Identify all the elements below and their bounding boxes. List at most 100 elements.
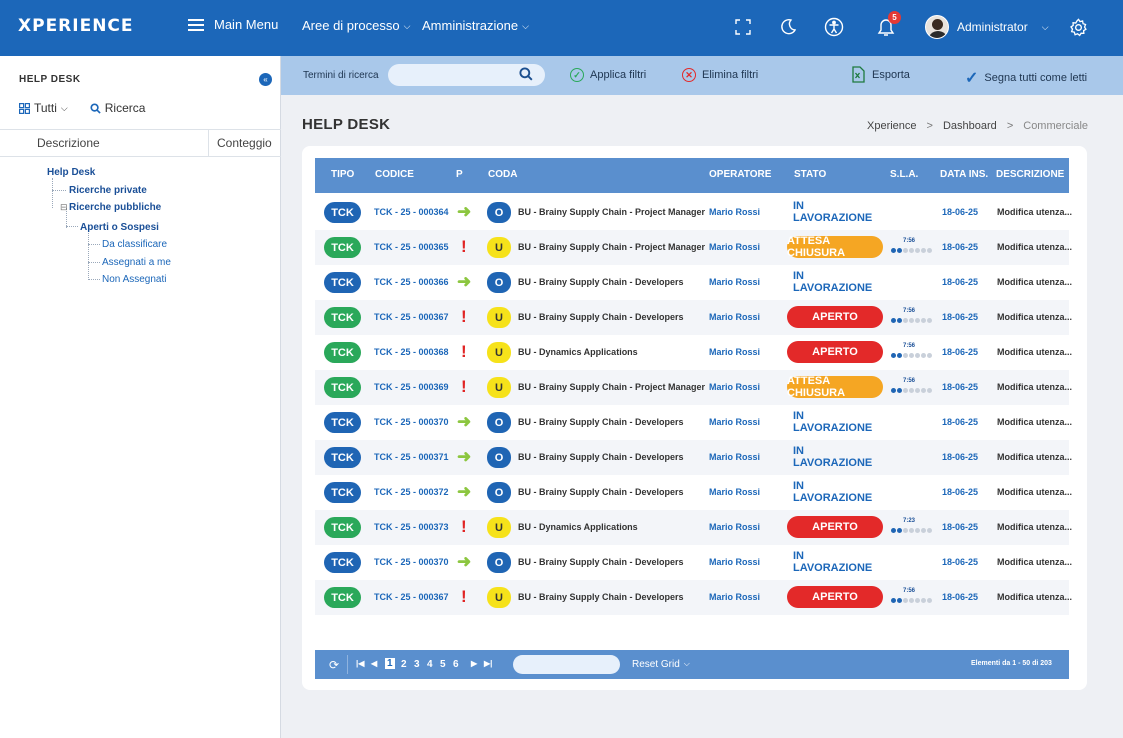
last-page-icon[interactable]: ▶| (484, 659, 492, 668)
col-sla[interactable]: S.L.A. (890, 169, 918, 180)
tipo-badge[interactable]: TCK (324, 412, 361, 433)
tree-open-suspended[interactable]: Aperti o Sospesi (80, 222, 159, 233)
export-button[interactable]: Esporta (850, 66, 910, 83)
tree-private-searches[interactable]: Ricerche private (69, 185, 147, 196)
settings-icon[interactable] (1067, 16, 1089, 38)
tipo-badge[interactable]: TCK (324, 447, 361, 468)
tree-public-searches[interactable]: Ricerche pubbliche (69, 202, 161, 213)
col-tipo[interactable]: TIPO (331, 169, 354, 180)
ticket-code-link[interactable]: TCK - 25 - 000370 (374, 417, 449, 427)
tree-to-classify[interactable]: Da classificare (102, 239, 167, 250)
col-count[interactable]: Conteggio (209, 130, 272, 156)
table-row[interactable]: TCK TCK - 25 - 000367 ! U BU - Brainy Su… (315, 580, 1072, 615)
table-row[interactable]: TCK TCK - 25 - 000368 ! U BU - Dynamics … (315, 335, 1072, 370)
logo[interactable]: XPERIENCE (18, 16, 134, 36)
table-row[interactable]: TCK TCK - 25 - 000370 ➜ O BU - Brainy Su… (315, 405, 1072, 440)
page-size-input[interactable] (513, 655, 620, 674)
page-number-6[interactable]: 6 (453, 659, 459, 670)
page-number-1[interactable]: 1 (385, 658, 395, 669)
page-number-4[interactable]: 4 (427, 659, 433, 670)
ticket-code-link[interactable]: TCK - 25 - 000366 (374, 277, 449, 287)
reset-grid-button[interactable]: Reset Grid ⌵ (632, 659, 690, 670)
accessibility-icon[interactable] (823, 16, 845, 38)
col-priority[interactable]: P (456, 169, 463, 180)
table-row[interactable]: TCK TCK - 25 - 000366 ➜ O BU - Brainy Su… (315, 265, 1072, 300)
col-data[interactable]: DATA INS. (940, 169, 988, 180)
fullscreen-icon[interactable] (732, 16, 754, 38)
ticket-code-link[interactable]: TCK - 25 - 000365 (374, 242, 449, 252)
refresh-icon[interactable]: ⟳ (329, 658, 339, 672)
nav-aree-di-processo[interactable]: Aree di processo ⌵ (302, 18, 410, 33)
operator-link[interactable]: Mario Rossi (709, 592, 760, 602)
table-row[interactable]: TCK TCK - 25 - 000365 ! U BU - Brainy Su… (315, 230, 1072, 265)
prev-page-icon[interactable]: ◀ (371, 659, 377, 668)
apply-filters-button[interactable]: ✓ Applica filtri (570, 68, 646, 82)
page-number-5[interactable]: 5 (440, 659, 446, 670)
tree-help-desk[interactable]: Help Desk (47, 167, 95, 178)
moon-icon[interactable] (777, 16, 799, 38)
operator-link[interactable]: Mario Rossi (709, 207, 760, 217)
tipo-badge[interactable]: TCK (324, 237, 361, 258)
table-row[interactable]: TCK TCK - 25 - 000370 ➜ O BU - Brainy Su… (315, 545, 1072, 580)
ticket-code-link[interactable]: TCK - 25 - 000372 (374, 487, 449, 497)
operator-link[interactable]: Mario Rossi (709, 487, 760, 497)
first-page-icon[interactable]: |◀ (356, 659, 364, 668)
tipo-badge[interactable]: TCK (324, 307, 361, 328)
notifications-button[interactable]: 5 (875, 11, 901, 38)
col-descrizione[interactable]: DESCRIZIONE (996, 169, 1064, 180)
operator-link[interactable]: Mario Rossi (709, 382, 760, 392)
table-row[interactable]: TCK TCK - 25 - 000369 ! U BU - Brainy Su… (315, 370, 1072, 405)
operator-link[interactable]: Mario Rossi (709, 312, 760, 322)
operator-link[interactable]: Mario Rossi (709, 522, 760, 532)
col-stato[interactable]: STATO (794, 169, 826, 180)
page-number-2[interactable]: 2 (401, 659, 407, 670)
table-row[interactable]: TCK TCK - 25 - 000371 ➜ O BU - Brainy Su… (315, 440, 1072, 475)
ticket-code-link[interactable]: TCK - 25 - 000368 (374, 347, 449, 357)
filter-all-button[interactable]: Tutti ⌵ (19, 101, 68, 115)
clear-filters-button[interactable]: ✕ Elimina filtri (682, 68, 758, 82)
operator-link[interactable]: Mario Rossi (709, 277, 760, 287)
table-row[interactable]: TCK TCK - 25 - 000372 ➜ O BU - Brainy Su… (315, 475, 1072, 510)
tipo-badge[interactable]: TCK (324, 272, 361, 293)
tree-assigned-to-me[interactable]: Assegnati a me (102, 257, 171, 268)
col-codice[interactable]: CODICE (375, 169, 414, 180)
operator-link[interactable]: Mario Rossi (709, 452, 760, 462)
col-coda[interactable]: CODA (488, 169, 517, 180)
tipo-badge[interactable]: TCK (324, 552, 361, 573)
table-row[interactable]: TCK TCK - 25 - 000373 ! U BU - Dynamics … (315, 510, 1072, 545)
page-number-3[interactable]: 3 (414, 659, 420, 670)
search-icon[interactable] (519, 67, 533, 84)
user-menu[interactable]: Administrator ⌵ (925, 15, 1049, 39)
tipo-badge[interactable]: TCK (324, 342, 361, 363)
ticket-code-link[interactable]: TCK - 25 - 000371 (374, 452, 449, 462)
tipo-badge[interactable]: TCK (324, 587, 361, 608)
table-row[interactable]: TCK TCK - 25 - 000367 ! U BU - Brainy Su… (315, 300, 1072, 335)
tipo-badge[interactable]: TCK (324, 517, 361, 538)
ticket-code-link[interactable]: TCK - 25 - 000369 (374, 382, 449, 392)
sidebar-search-button[interactable]: Ricerca (90, 101, 145, 115)
col-description[interactable]: Descrizione (0, 130, 209, 156)
ticket-code-link[interactable]: TCK - 25 - 000373 (374, 522, 449, 532)
ticket-code-link[interactable]: TCK - 25 - 000370 (374, 557, 449, 567)
tree-not-assigned[interactable]: Non Assegnati (102, 274, 167, 285)
ticket-code-link[interactable]: TCK - 25 - 000364 (374, 207, 449, 217)
tipo-badge[interactable]: TCK (324, 202, 361, 223)
tipo-badge[interactable]: TCK (324, 377, 361, 398)
nav-amministrazione[interactable]: Amministrazione ⌵ (422, 18, 529, 33)
operator-link[interactable]: Mario Rossi (709, 242, 760, 252)
tipo-badge[interactable]: TCK (324, 482, 361, 503)
operator-link[interactable]: Mario Rossi (709, 557, 760, 567)
col-operatore[interactable]: OPERATORE (709, 169, 771, 180)
table-row[interactable]: TCK TCK - 25 - 000364 ➜ O BU - Brainy Su… (315, 195, 1072, 230)
breadcrumb-item[interactable]: Xperience (867, 120, 917, 132)
operator-link[interactable]: Mario Rossi (709, 347, 760, 357)
next-page-icon[interactable]: ▶ (471, 659, 477, 668)
main-menu-button[interactable]: Main Menu (188, 17, 278, 32)
ticket-code-link[interactable]: TCK - 25 - 000367 (374, 592, 449, 602)
collapse-icon[interactable]: « (259, 73, 272, 86)
ticket-code-link[interactable]: TCK - 25 - 000367 (374, 312, 449, 322)
mark-all-read-button[interactable]: ✓ Segna tutti come letti (965, 68, 1087, 88)
operator-link[interactable]: Mario Rossi (709, 417, 760, 427)
tree-collapse-toggle[interactable]: ⊟ (60, 202, 68, 213)
breadcrumb-item[interactable]: Dashboard (943, 120, 997, 132)
